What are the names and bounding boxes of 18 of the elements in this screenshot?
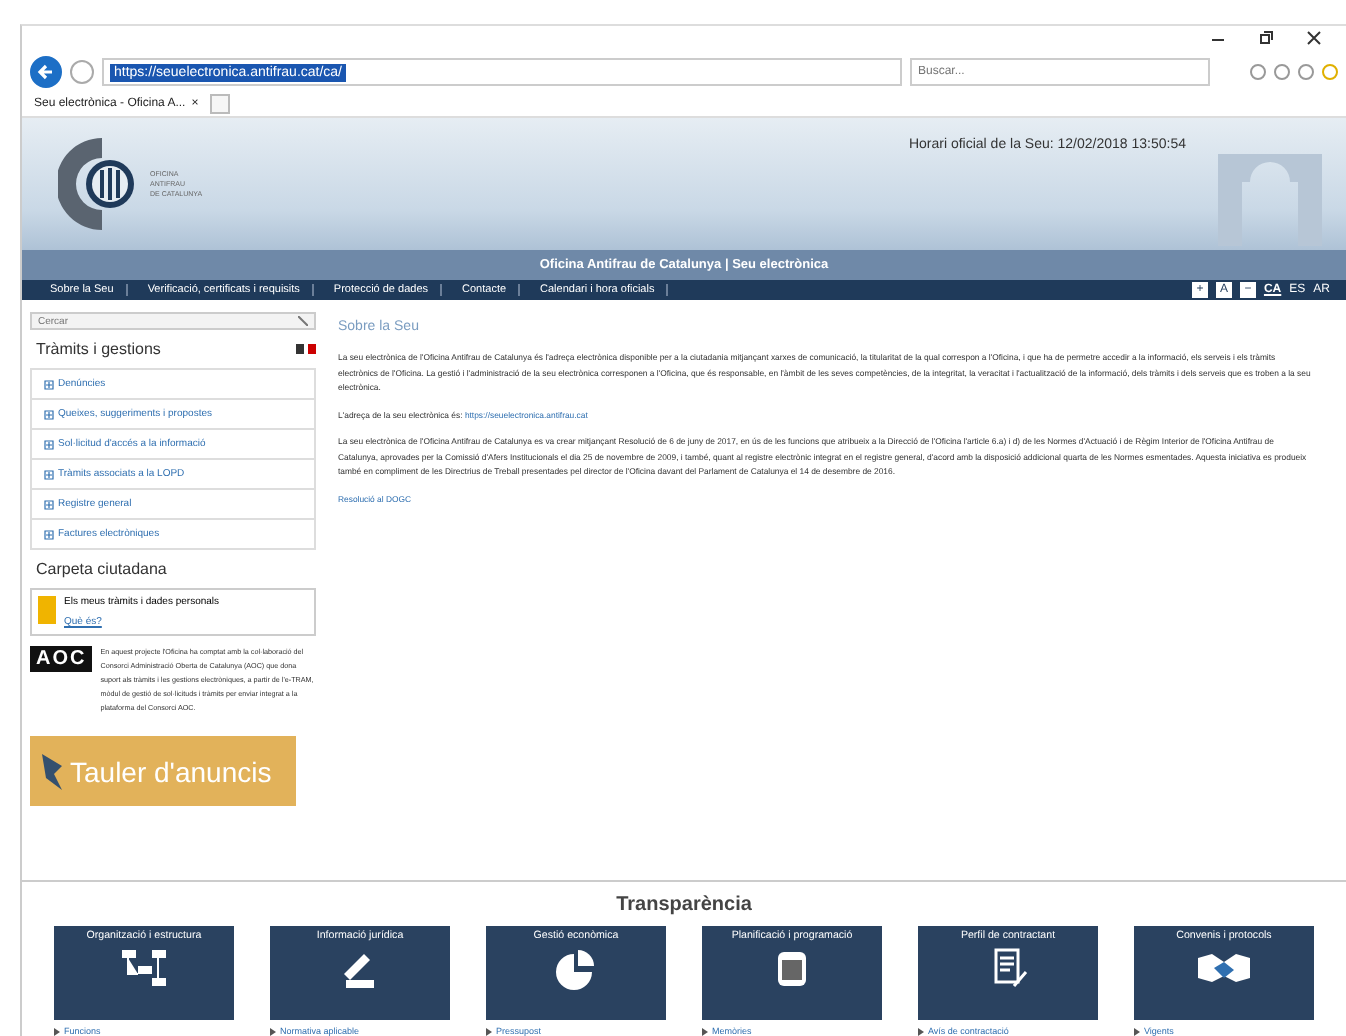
aoc-logo: AOC (30, 646, 93, 672)
bullet-arrow-icon (270, 1027, 276, 1035)
restore-icon[interactable] (1258, 30, 1274, 46)
forward-button[interactable] (70, 60, 94, 84)
bullet-arrow-icon (1134, 1027, 1140, 1035)
bullet-arrow-icon (54, 1027, 60, 1035)
back-arrow-icon (36, 62, 56, 82)
folder-icon (38, 596, 56, 624)
section-title: Carpeta ciutadana (36, 560, 167, 578)
new-tab-button[interactable] (210, 93, 231, 113)
bullet-arrow-icon (486, 1027, 492, 1035)
section-title: Tràmits i gestions (36, 340, 161, 358)
bullet-arrow-icon (918, 1027, 924, 1035)
org-chart-icon (118, 946, 170, 990)
back-button[interactable] (30, 56, 62, 88)
section-heading: Transparència (614, 894, 754, 916)
close-icon[interactable] (1306, 30, 1322, 46)
bullet-arrow-icon (702, 1027, 708, 1035)
